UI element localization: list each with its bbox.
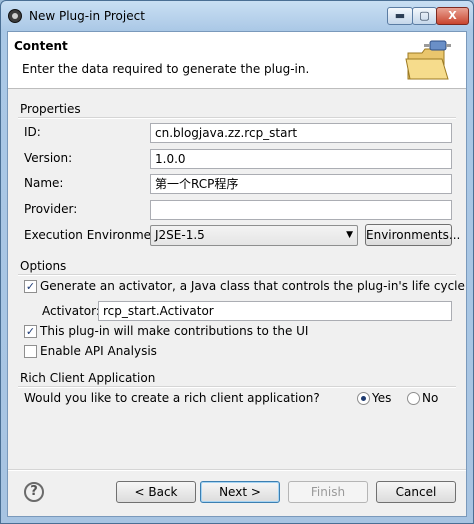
provider-field[interactable]	[150, 200, 452, 220]
ui-contributions-checkbox[interactable]: ✓	[24, 325, 37, 338]
maximize-button[interactable]: ▢	[412, 7, 437, 25]
eclipse-icon	[8, 9, 22, 23]
back-button[interactable]: < Back	[116, 481, 196, 503]
window-title: New Plug-in Project	[29, 9, 145, 23]
rich-client-group-label: Rich Client Application	[20, 371, 156, 385]
rich-client-yes-label: Yes	[372, 391, 392, 405]
name-label: Name:	[24, 176, 64, 190]
execution-environment-value: J2SE-1.5	[155, 228, 205, 242]
environments-button[interactable]: Environments...	[365, 224, 460, 246]
rich-client-no-label: No	[422, 391, 439, 405]
version-field[interactable]: 1.0.0	[150, 149, 452, 169]
name-field[interactable]: 第一个RCP程序	[150, 174, 452, 194]
options-group-label: Options	[20, 259, 67, 273]
options-divider	[18, 274, 456, 276]
footer-divider	[8, 469, 466, 471]
id-label: ID:	[24, 125, 41, 139]
ui-contributions-label: This plug-in will make contributions to …	[40, 324, 309, 338]
rich-client-yes-radio[interactable]	[357, 392, 370, 405]
execution-environment-select[interactable]: J2SE-1.5 ▼	[150, 225, 358, 246]
rich-client-question: Would you like to create a rich client a…	[24, 391, 320, 405]
rich-client-no-radio[interactable]	[407, 392, 420, 405]
rich-client-divider	[18, 386, 456, 388]
generate-activator-checkbox[interactable]: ✓	[24, 280, 37, 293]
finish-button[interactable]: Finish	[288, 481, 368, 503]
activator-field[interactable]: rcp_start.Activator	[98, 301, 452, 321]
version-label: Version:	[24, 151, 73, 165]
wizard-header: Content Enter the data required to gener…	[8, 32, 466, 89]
close-button[interactable]: X	[436, 7, 469, 25]
wizard-body: Content Enter the data required to gener…	[7, 31, 467, 517]
properties-group-label: Properties	[20, 102, 81, 116]
page-description: Enter the data required to generate the …	[22, 62, 310, 76]
new-plugin-project-window: New Plug-in Project ▬ ▢ X Content Enter …	[0, 0, 474, 524]
provider-label: Provider:	[24, 202, 78, 216]
activator-label: Activator:	[42, 304, 100, 318]
minimize-button[interactable]: ▬	[387, 7, 413, 25]
title-bar[interactable]: New Plug-in Project ▬ ▢ X	[1, 1, 473, 31]
page-title: Content	[14, 39, 68, 53]
generate-activator-label: Generate an activator, a Java class that…	[40, 279, 465, 293]
plugin-folder-icon	[405, 40, 451, 80]
id-field[interactable]: cn.blogjava.zz.rcp_start	[150, 123, 452, 143]
cancel-button[interactable]: Cancel	[376, 481, 456, 503]
api-analysis-checkbox[interactable]	[24, 345, 37, 358]
help-icon[interactable]: ?	[24, 482, 44, 502]
next-button[interactable]: Next >	[200, 481, 280, 503]
properties-divider	[18, 117, 456, 119]
chevron-down-icon: ▼	[346, 230, 353, 240]
execution-environment-label: Execution Environment:	[24, 228, 168, 242]
api-analysis-label: Enable API Analysis	[40, 344, 157, 358]
